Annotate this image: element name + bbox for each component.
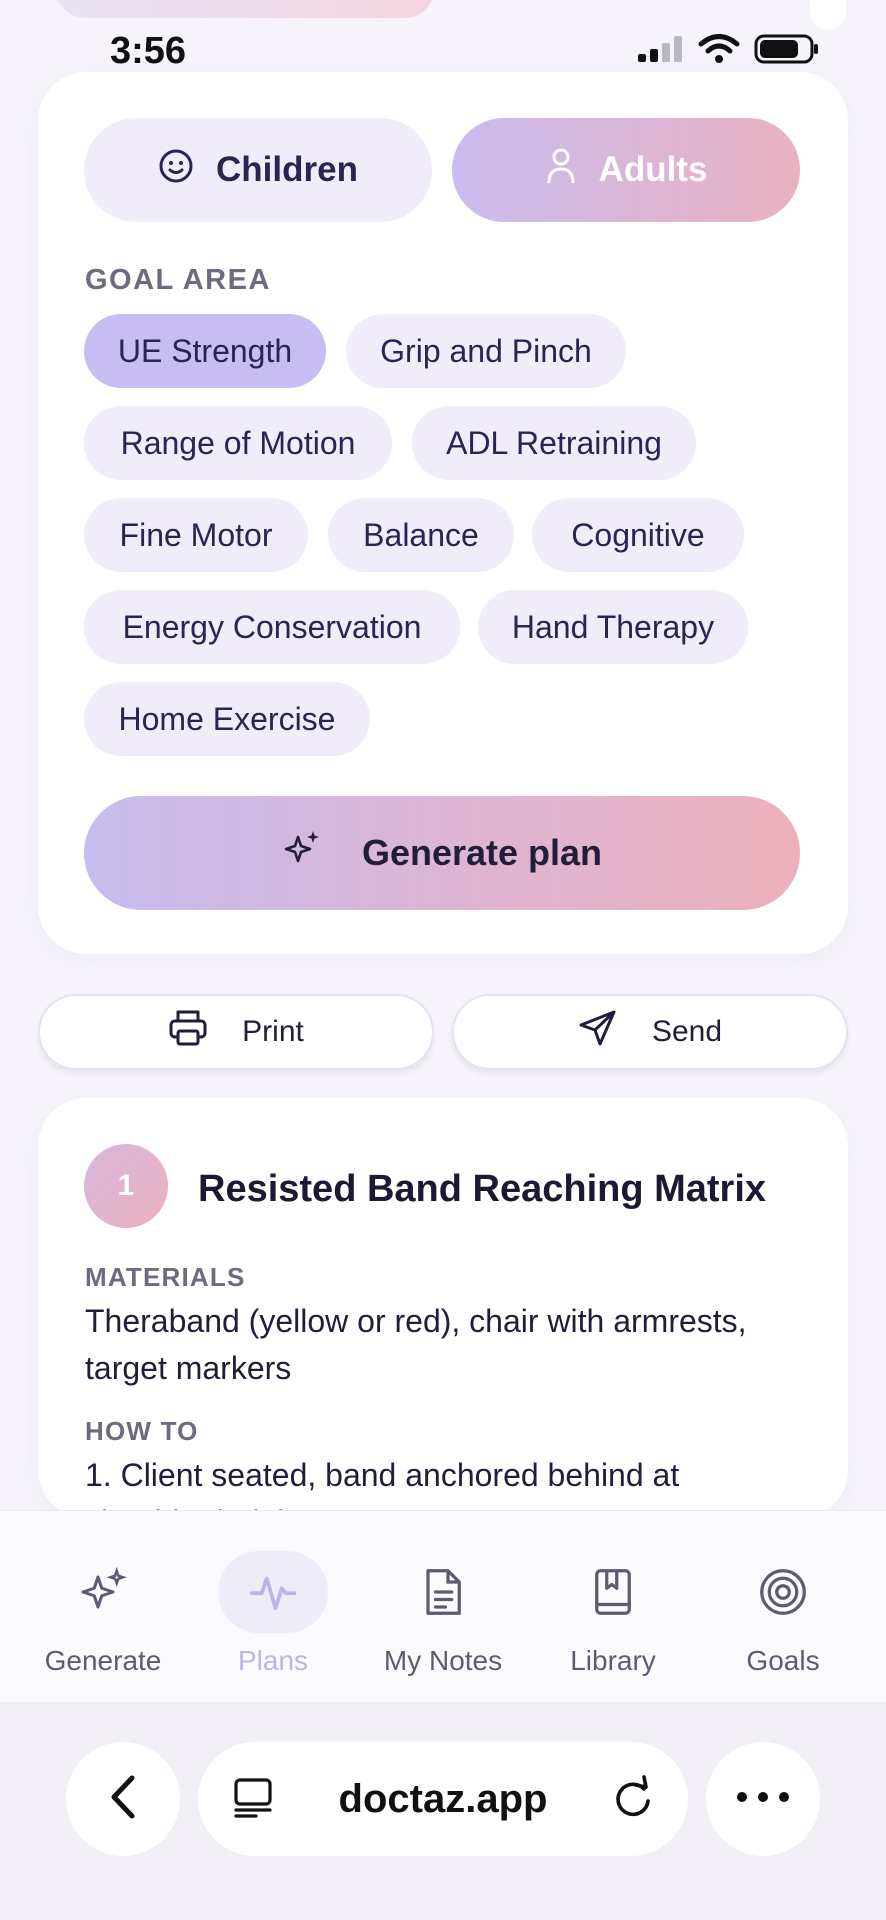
chip-grip-and-pinch[interactable]: Grip and Pinch (346, 314, 626, 388)
chip-balance[interactable]: Balance (328, 498, 514, 572)
more-options-button[interactable] (706, 1742, 820, 1856)
chip-cognitive[interactable]: Cognitive (532, 498, 744, 572)
adults-toggle[interactable]: Adults (452, 118, 800, 222)
chip-home-exercise[interactable]: Home Exercise (84, 682, 370, 756)
tab-goals[interactable]: Goals (698, 1551, 868, 1691)
exercise-number-badge: 1 (84, 1144, 168, 1228)
exercise-title: Resisted Band Reaching Matrix (198, 1168, 767, 1210)
wifi-icon (698, 34, 740, 69)
target-icon (728, 1551, 838, 1633)
exercise-card: 1 Resisted Band Reaching Matrix MATERIAL… (38, 1098, 848, 1518)
tab-my-notes-label: My Notes (383, 1645, 503, 1676)
chip-hand-therapy[interactable]: Hand Therapy (478, 590, 748, 664)
chip-energy-conservation[interactable]: Energy Conservation (84, 590, 460, 664)
cellular-signal-icon (638, 36, 684, 67)
document-icon (388, 1551, 498, 1633)
chip-ue-strength[interactable]: UE Strength (84, 314, 326, 388)
print-button[interactable]: Print (38, 994, 434, 1070)
children-toggle[interactable]: Children (84, 118, 432, 222)
paper-plane-icon (578, 1008, 618, 1056)
tab-goals-label: Goals (746, 1645, 820, 1676)
tab-plans[interactable]: Plans (188, 1551, 358, 1691)
browser-toolbar: doctaz.app (0, 1702, 886, 1920)
adults-label: Adults (598, 150, 708, 189)
tab-plans-label: Plans (237, 1645, 309, 1676)
children-label: Children (216, 150, 358, 189)
book-icon (558, 1551, 668, 1633)
person-icon (545, 147, 577, 194)
printer-icon (168, 1009, 208, 1055)
url-text: doctaz.app (338, 1776, 548, 1821)
tab-switcher-icon[interactable] (232, 1776, 274, 1823)
sparkle-icon (282, 829, 322, 878)
back-button[interactable] (66, 1742, 180, 1856)
chip-range-of-motion[interactable]: Range of Motion (84, 406, 392, 480)
reload-icon[interactable] (612, 1774, 654, 1824)
how-to-text: 1. Client seated, band anchored behind a… (85, 1457, 680, 1518)
chip-fine-motor[interactable]: Fine Motor (84, 498, 308, 572)
ellipsis-icon (736, 1790, 790, 1808)
battery-icon (754, 34, 820, 69)
send-button[interactable]: Send (452, 994, 848, 1070)
chevron-left-icon (106, 1774, 140, 1825)
how-to-heading: HOW TO (85, 1416, 199, 1446)
plan-builder-card: Children Adults GOAL AREA UE Strength Gr… (38, 72, 848, 954)
send-label: Send (651, 1015, 723, 1048)
smiley-face-icon (158, 148, 194, 193)
generate-plan-label: Generate plan (361, 832, 603, 873)
generate-plan-button[interactable]: Generate plan (84, 796, 800, 910)
goal-area-heading: GOAL AREA (85, 264, 271, 296)
materials-heading: MATERIALS (85, 1262, 246, 1292)
materials-text: Theraband (yellow or red), chair with ar… (85, 1303, 747, 1386)
bottom-tab-bar: Generate Plans My Notes Library Goals (0, 1510, 886, 1702)
tab-generate-label: Generate (44, 1645, 162, 1676)
sparkle-icon (48, 1551, 158, 1633)
print-label: Print (242, 1015, 304, 1048)
tab-library-label: Library (570, 1645, 656, 1676)
status-time: 3:56 (110, 30, 187, 72)
tab-library[interactable]: Library (528, 1551, 698, 1691)
tab-generate[interactable]: Generate (18, 1551, 188, 1691)
address-bar[interactable]: doctaz.app (198, 1742, 688, 1856)
status-icons (638, 34, 820, 69)
tab-my-notes[interactable]: My Notes (358, 1551, 528, 1691)
pulse-icon (218, 1551, 328, 1633)
chip-adl-retraining[interactable]: ADL Retraining (412, 406, 696, 480)
status-bar: 3:56 (0, 0, 886, 72)
